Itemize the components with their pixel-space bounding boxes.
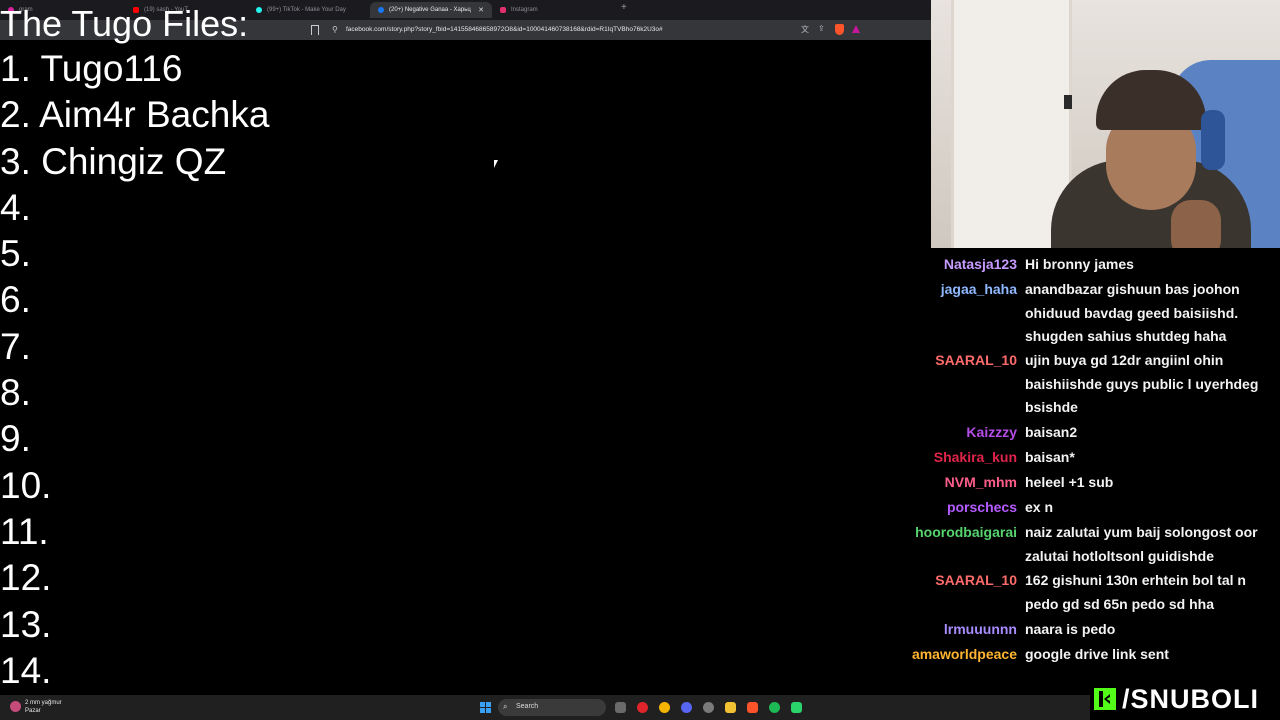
list-item: 5. — [0, 233, 31, 274]
tab-title: Instagram — [511, 7, 538, 13]
hand — [1171, 200, 1221, 248]
chat-text: google drive link sent — [1025, 646, 1169, 662]
chat-text: Hi bronny james — [1025, 256, 1134, 272]
tab-instagram[interactable]: Instagram — [492, 2, 614, 18]
chat-text: naara is pedo — [1025, 621, 1116, 637]
overlay-title: The Tugo Files: — [0, 3, 249, 44]
list-item: 11. — [0, 511, 49, 552]
list-item: 8. — [0, 372, 31, 413]
list-item: 7. — [0, 326, 31, 367]
search-icon: ⌕ — [503, 702, 508, 711]
instagram-icon — [500, 7, 506, 13]
chat-username: amaworldpeace — [911, 646, 1017, 662]
task-view-icon[interactable] — [615, 702, 626, 713]
weather-widget[interactable]: 2 mm yağmur Pazar — [25, 699, 62, 715]
taskbar-search[interactable]: ⌕ Search — [498, 699, 606, 716]
list-item: 2. Aim4r Bachka — [0, 94, 270, 135]
tab-tiktok[interactable]: (99+) TikTok - Make Your Day — [248, 2, 370, 18]
chat-username: NVM_mhm — [944, 474, 1017, 490]
share-icon[interactable]: ⇪ — [818, 24, 825, 33]
file-explorer-icon[interactable] — [725, 702, 736, 713]
chat-text: naiz zalutai yum baij solongost oor zalu… — [1025, 524, 1258, 564]
windows-taskbar: 2 mm yağmur Pazar ⌕ Search — [0, 695, 1090, 720]
chat-text: heleel +1 sub — [1025, 474, 1114, 490]
chat-username: Natasja123 — [943, 256, 1017, 272]
opera-icon[interactable] — [637, 702, 648, 713]
chat-username: SAARAL_10 — [935, 572, 1017, 588]
search-label: Search — [516, 703, 539, 710]
list-item: 14. — [0, 650, 52, 691]
channel-name: /SNUBOLI — [1122, 683, 1260, 714]
weather-condition: 2 mm yağmur — [25, 700, 62, 706]
app-icon[interactable] — [791, 702, 802, 713]
start-button[interactable] — [480, 702, 491, 713]
new-tab-button[interactable]: + — [621, 2, 627, 13]
weather-icon[interactable] — [10, 701, 21, 712]
close-tab-icon[interactable]: ✕ — [478, 6, 484, 14]
chat-username: Kaizzzy — [966, 424, 1017, 440]
streamer — [1051, 70, 1251, 248]
chrome-icon[interactable] — [659, 702, 670, 713]
chat-username: jagaa_haha — [940, 281, 1017, 297]
kick-logo-icon — [1094, 688, 1116, 710]
chat-text: 162 gishuni 130n erhtein bol tal n pedo … — [1025, 572, 1246, 612]
mouse-cursor-icon — [494, 160, 498, 168]
cap — [1096, 70, 1206, 130]
weather-day: Pazar — [25, 708, 41, 714]
headphones-icon — [1201, 110, 1225, 170]
chat-username: Shakira_kun — [933, 449, 1017, 465]
brave-shield-icon[interactable] — [835, 24, 844, 35]
chat-username: lrmuuunnn — [943, 621, 1017, 637]
list-item: 9. — [0, 418, 31, 459]
list-item: 1. Tugo116 — [0, 48, 183, 89]
chat-text: baisan2 — [1025, 424, 1078, 440]
list-item: 10. — [0, 465, 52, 506]
chat-text: ujin buya gd 12dr angiinl ohin baishiish… — [1025, 352, 1259, 415]
site-info-icon[interactable]: ⚲ — [332, 25, 338, 34]
list-item: 3. Chingiz QZ — [0, 141, 227, 182]
bookmark-icon[interactable] — [311, 25, 319, 35]
list-item: 12. — [0, 557, 52, 598]
discord-icon[interactable] — [681, 702, 692, 713]
chat-text: baisan* — [1025, 449, 1075, 465]
webcam-feed — [931, 0, 1280, 248]
tab-title: (20+) Negative Ganaa - Харьц — [389, 7, 471, 13]
brave-rewards-icon[interactable] — [852, 25, 860, 33]
chat-text: ex n — [1025, 499, 1054, 515]
tiktok-icon — [256, 7, 262, 13]
tab-title: (99+) TikTok - Make Your Day — [267, 7, 346, 13]
settings-icon[interactable] — [703, 702, 714, 713]
chat-username: hoorodbaigarai — [915, 524, 1017, 540]
list-item: 4. — [0, 187, 31, 228]
channel-brand: /SNUBOLI — [1094, 683, 1259, 715]
spotify-icon[interactable] — [769, 702, 780, 713]
list-item: 13. — [0, 604, 52, 645]
list-item: 6. — [0, 279, 31, 320]
tab-facebook-active[interactable]: (20+) Negative Ganaa - Харьц ✕ — [370, 2, 492, 18]
translate-icon[interactable]: 文 — [801, 24, 809, 35]
brave-icon[interactable] — [747, 702, 758, 713]
url-field[interactable]: facebook.com/story.php?story_fbid=141558… — [346, 26, 663, 33]
facebook-icon — [378, 7, 384, 13]
chat-username: porschecs — [946, 499, 1017, 515]
chat-username: SAARAL_10 — [935, 352, 1017, 368]
chat-text: anandbazar gishuun bas joohon ohiduud ba… — [1025, 281, 1240, 344]
